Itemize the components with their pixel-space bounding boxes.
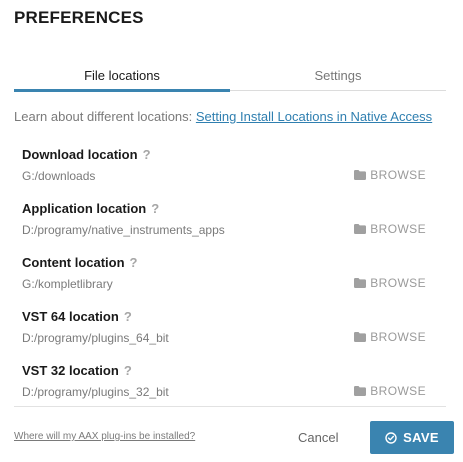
browse-button[interactable]: BROWSE [354, 330, 426, 344]
help-icon[interactable]: ? [130, 255, 138, 270]
location-row-vst64: VST 64 location? D:/programy/plugins_64_… [14, 304, 446, 358]
learn-text: Learn about different locations: Setting… [14, 109, 432, 124]
location-label: Application location [22, 201, 147, 216]
folder-icon [354, 170, 367, 180]
save-label: SAVE [403, 430, 439, 445]
aax-help-link[interactable]: Where will my AAX plug-ins be installed? [14, 431, 195, 442]
location-list: Download location? G:/downloads BROWSE A… [14, 142, 446, 407]
location-path: D:/programy/native_instruments_apps [22, 223, 225, 237]
help-icon[interactable]: ? [124, 363, 132, 378]
help-icon[interactable]: ? [143, 147, 151, 162]
location-row-application: Application location? D:/programy/native… [14, 196, 446, 250]
location-row-content: Content location? G:/kompletlibrary BROW… [14, 250, 446, 304]
help-icon[interactable]: ? [124, 309, 132, 324]
location-row-download: Download location? G:/downloads BROWSE [14, 142, 446, 196]
browse-button[interactable]: BROWSE [354, 168, 426, 182]
tab-settings[interactable]: Settings [230, 66, 446, 90]
location-label-wrap: VST 32 location? [22, 363, 132, 378]
folder-icon [354, 386, 367, 396]
install-locations-link[interactable]: Setting Install Locations in Native Acce… [196, 109, 432, 124]
browse-button[interactable]: BROWSE [354, 276, 426, 290]
browse-label: BROWSE [370, 330, 426, 344]
location-label-wrap: Application location? [22, 201, 159, 216]
browse-label: BROWSE [370, 168, 426, 182]
check-circle-icon [385, 431, 397, 444]
cancel-button[interactable]: Cancel [298, 430, 338, 445]
save-button[interactable]: SAVE [370, 421, 454, 454]
location-path: D:/programy/plugins_32_bit [22, 385, 169, 399]
location-label: Download location [22, 147, 138, 162]
location-label: VST 64 location [22, 309, 119, 324]
help-icon[interactable]: ? [151, 201, 159, 216]
dialog-title: PREFERENCES [14, 8, 144, 27]
browse-button[interactable]: BROWSE [354, 222, 426, 236]
location-label: VST 32 location [22, 363, 119, 378]
location-label-wrap: Download location? [22, 147, 151, 162]
browse-label: BROWSE [370, 276, 426, 290]
browse-label: BROWSE [370, 222, 426, 236]
browse-button[interactable]: BROWSE [354, 384, 426, 398]
location-label: Content location [22, 255, 125, 270]
location-label-wrap: Content location? [22, 255, 138, 270]
location-path: G:/kompletlibrary [22, 277, 113, 291]
learn-label: Learn about different locations: [14, 109, 196, 124]
location-row-vst32: VST 32 location? D:/programy/plugins_32_… [14, 358, 446, 412]
tab-bar: File locations Settings [14, 66, 446, 92]
preferences-dialog: PREFERENCES File locations Settings Lear… [0, 0, 463, 462]
folder-icon [354, 332, 367, 342]
folder-icon [354, 278, 367, 288]
browse-label: BROWSE [370, 384, 426, 398]
tab-file-locations[interactable]: File locations [14, 66, 230, 92]
location-label-wrap: VST 64 location? [22, 309, 132, 324]
location-path: G:/downloads [22, 169, 96, 183]
folder-icon [354, 224, 367, 234]
location-path: D:/programy/plugins_64_bit [22, 331, 169, 345]
